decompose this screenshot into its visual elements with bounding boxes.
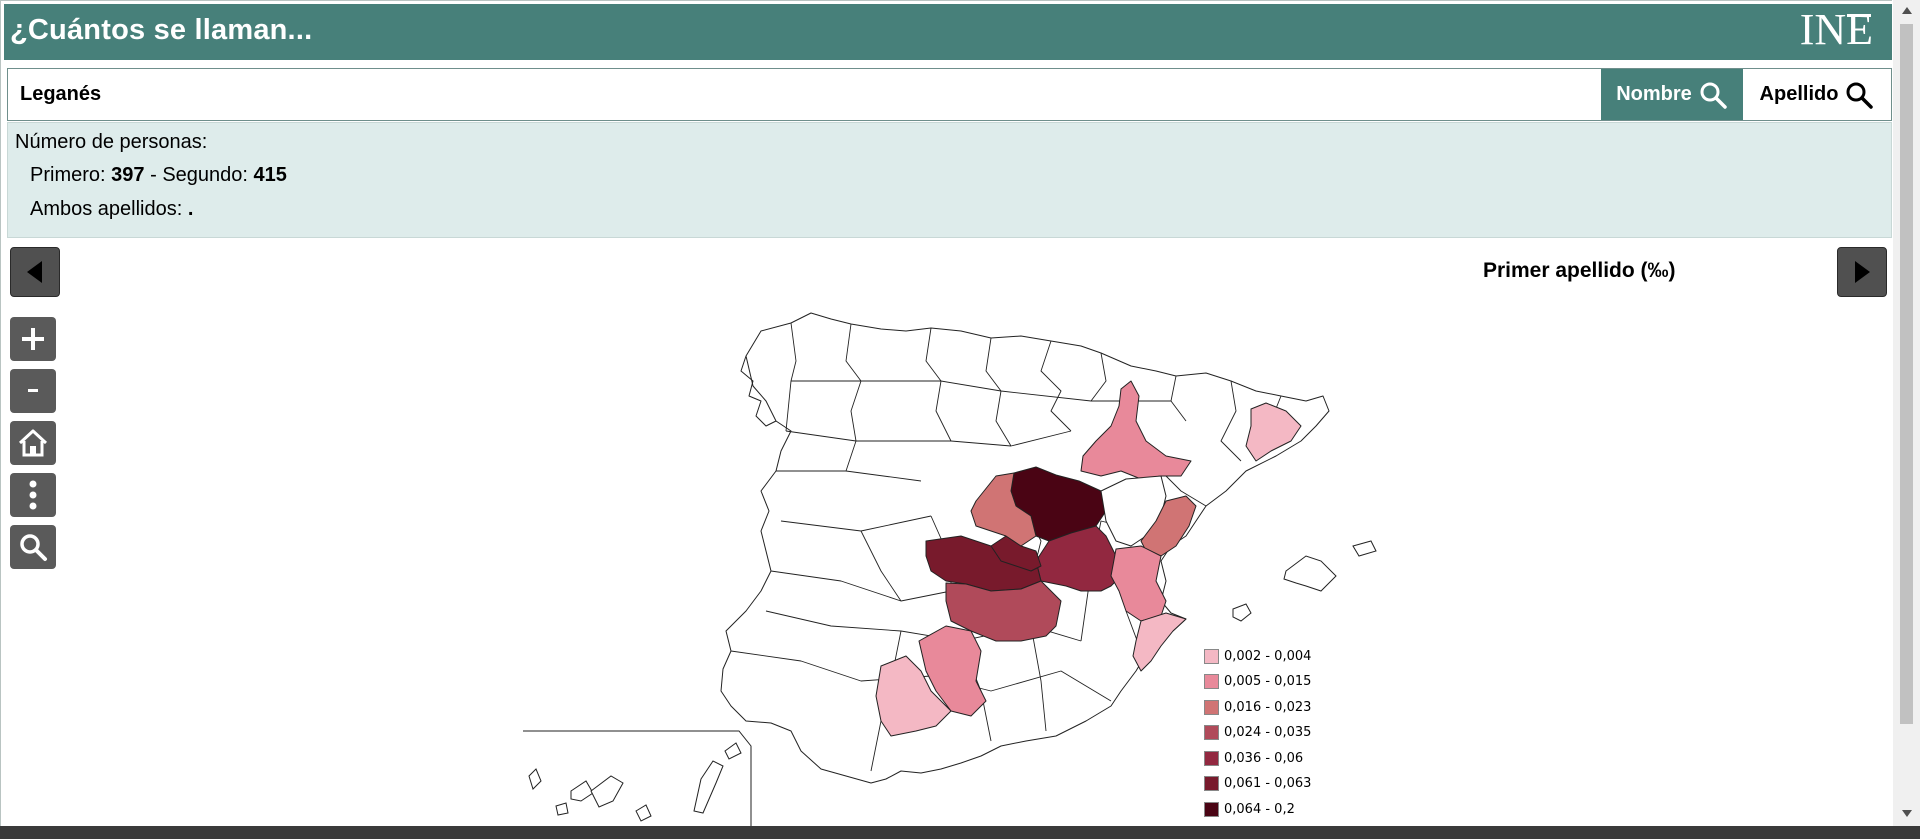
legend-label: 0,036 - 0,06 (1224, 750, 1304, 766)
app-window: ¿Cuántos se llaman... INE Nombre Apellid… (0, 0, 1892, 826)
scrollbar-thumb[interactable] (1900, 24, 1913, 724)
bottom-bar (0, 826, 1920, 839)
ibiza (1232, 603, 1252, 622)
canary-island-2 (570, 780, 594, 802)
scroll-down-icon[interactable] (1901, 808, 1913, 818)
legend-swatch (1204, 699, 1219, 715)
legend-label: 0,005 - 0,015 (1224, 673, 1312, 689)
legend-swatch (1204, 801, 1219, 817)
legend-item: 0,024 - 0,035 (1204, 723, 1311, 741)
legend-swatch (1204, 648, 1219, 664)
scroll-up-icon[interactable] (1901, 6, 1913, 16)
legend-swatch (1204, 724, 1219, 740)
vertical-scrollbar[interactable] (1893, 0, 1920, 826)
canary-island-5 (635, 804, 652, 822)
canary-island-4 (555, 802, 569, 816)
legend-label: 0,061 - 0,063 (1224, 775, 1312, 791)
canary-island-7 (724, 742, 742, 760)
legend-label: 0,002 - 0,004 (1224, 648, 1312, 664)
legend-item: 0,016 - 0,023 (1204, 698, 1311, 716)
canary-island-3 (590, 775, 624, 808)
legend-label: 0,024 - 0,035 (1224, 724, 1312, 740)
legend-item: 0,002 - 0,004 (1204, 647, 1311, 665)
legend-swatch (1204, 673, 1219, 689)
legend-swatch (1204, 775, 1219, 791)
legend-item: 0,036 - 0,06 (1204, 749, 1303, 767)
canary-island-6 (693, 760, 724, 814)
province-alicante (1132, 612, 1187, 672)
canary-island-1 (528, 768, 542, 790)
legend-label: 0,064 - 0,2 (1224, 801, 1295, 817)
legend-label: 0,016 - 0,023 (1224, 699, 1312, 715)
menorca (1352, 540, 1377, 557)
legend-item: 0,064 - 0,2 (1204, 800, 1295, 818)
legend-swatch (1204, 750, 1219, 766)
legend-item: 0,005 - 0,015 (1204, 672, 1311, 690)
legend-item: 0,061 - 0,063 (1204, 774, 1311, 792)
mallorca (1283, 555, 1337, 592)
spain-map[interactable] (1, 1, 1892, 826)
